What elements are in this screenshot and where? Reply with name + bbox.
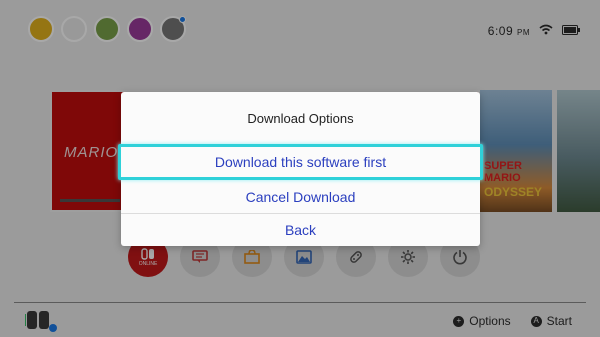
back-button[interactable]: Back <box>121 214 480 246</box>
download-options-dialog: Download Options Cancel Download Back Do… <box>118 92 483 246</box>
download-first-button[interactable]: Download this software first <box>118 144 483 180</box>
dialog-title: Download Options <box>247 110 354 126</box>
cancel-download-button[interactable]: Cancel Download <box>121 180 480 214</box>
